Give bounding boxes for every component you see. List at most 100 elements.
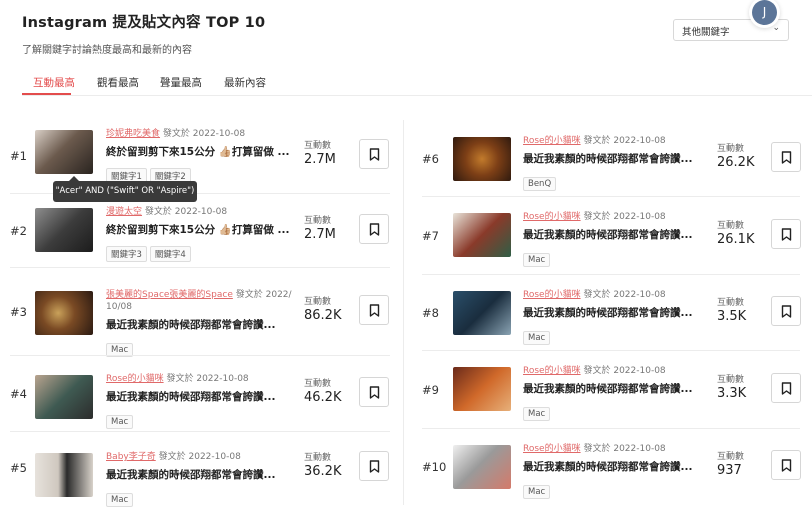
post-tags: Mac (106, 409, 136, 429)
post-thumbnail[interactable] (453, 445, 511, 489)
post-title[interactable]: 最近我素顏的時候邵翔都常會誇讚... (523, 459, 692, 474)
engagement-value: 86.2K (304, 308, 342, 323)
engagement-label: 互動數 (717, 452, 745, 462)
posted-label: 發文於 (583, 366, 611, 376)
engagement-label: 互動數 (304, 216, 332, 226)
post-meta: Rose的小貓咪 發文於 2022-10-08 (523, 289, 709, 301)
post-title[interactable]: 最近我素顏的時候邵翔都常會誇讚... (523, 151, 692, 166)
bookmark-button[interactable] (359, 295, 389, 325)
column-divider (403, 120, 404, 505)
post-rank: #1 (10, 149, 27, 163)
post-date: 2022-10-08 (196, 374, 249, 384)
post-row[interactable]: #6 Rose的小貓咪 發文於 2022-10-08 最近我素顏的時候邵翔都常會誇讚… (422, 121, 812, 197)
post-meta: 珍妮弗吃美食 發文於 2022-10-08 (106, 128, 296, 140)
keyword-tag[interactable]: Mac (523, 253, 551, 267)
post-title[interactable]: 終於留到剪下來15公分 👍🏼打算留做 ... (106, 222, 289, 237)
bookmark-button[interactable] (771, 450, 801, 480)
page-header: Instagram 提及貼文內容 TOP 10 了解關鍵字討論熱度最高和最新的內… (22, 11, 265, 56)
post-author-link[interactable]: Rose的小貓咪 (523, 366, 581, 376)
post-row[interactable]: #4 Rose的小貓咪 發文於 2022-10-08 最近我素顏的時候邵翔都常會誇讚… (10, 356, 390, 432)
post-author-link[interactable]: Rose的小貓咪 (523, 136, 581, 146)
post-date: 2022/ (265, 290, 292, 300)
post-rank: #6 (422, 152, 439, 166)
post-title[interactable]: 最近我素顏的時候邵翔都常會誇讚... (106, 389, 275, 404)
post-thumbnail[interactable] (35, 453, 93, 497)
page-title: Instagram 提及貼文內容 TOP 10 (22, 15, 266, 31)
post-rank: #10 (422, 460, 447, 474)
post-author-link[interactable]: Rose的小貓咪 (106, 374, 164, 384)
tab-top-engagement[interactable]: 互動最高 (33, 75, 75, 90)
post-thumbnail[interactable] (453, 367, 511, 411)
post-title[interactable]: 最近我素顏的時候邵翔都常會誇讚... (523, 227, 692, 242)
keyword-tag[interactable]: BenQ (523, 177, 557, 191)
engagement-label: 互動數 (717, 144, 745, 154)
post-rank: #4 (10, 387, 27, 401)
post-author-link[interactable]: Rose的小貓咪 (523, 212, 581, 222)
post-row[interactable]: #3 張美麗的Space張美麗的Space 發文於 2022/10/08 最近我素顏… (10, 268, 390, 357)
keyword-tag[interactable]: Mac (523, 485, 551, 499)
post-title[interactable]: 終於留到剪下來15公分 👍🏼打算留做 ... (106, 144, 289, 159)
keyword-tag[interactable]: Mac (106, 415, 134, 429)
bookmark-button[interactable] (771, 142, 801, 172)
post-thumbnail[interactable] (453, 137, 511, 181)
tab-bar: 互動最高 觀看最高 聲量最高 最新內容 (22, 67, 812, 96)
keyword-tag[interactable]: Mac (523, 407, 551, 421)
post-row[interactable]: #9 Rose的小貓咪 發文於 2022-10-08 最近我素顏的時候邵翔都常會誇讚… (422, 351, 812, 429)
post-row[interactable]: #5 Baby李子奇 發文於 2022-10-08 最近我素顏的時候邵翔都常會誇讚.… (10, 432, 390, 507)
post-date: 2022-10-08 (174, 207, 228, 217)
post-author-link[interactable]: 珍妮弗吃美食 (106, 129, 160, 139)
post-thumbnail[interactable] (35, 375, 93, 419)
post-title[interactable]: 最近我素顏的時候邵翔都常會誇讚... (106, 467, 275, 482)
post-row[interactable]: #2 漫遊太空 發文於 2022-10-08 終於留到剪下來15公分 👍🏼打算留做 … (10, 194, 390, 268)
post-meta: Rose的小貓咪 發文於 2022-10-08 (106, 373, 296, 385)
avatar[interactable]: J (752, 0, 777, 25)
post-thumbnail[interactable] (35, 291, 93, 335)
post-meta: 張美麗的Space張美麗的Space 發文於 2022/10/08 (106, 289, 296, 313)
tab-latest[interactable]: 最新內容 (224, 75, 266, 90)
posted-label: 發文於 (235, 290, 263, 300)
keyword-tag[interactable]: Mac (106, 493, 134, 507)
post-author-link[interactable]: 張美麗的Space張美麗的Space (106, 290, 233, 300)
engagement-label: 互動數 (304, 141, 332, 151)
post-thumbnail[interactable] (35, 208, 93, 252)
post-date: 2022-10-08 (613, 290, 666, 300)
post-title[interactable]: 最近我素顏的時候邵翔都常會誇讚... (523, 305, 692, 320)
post-rank: #5 (10, 461, 27, 475)
bookmark-button[interactable] (359, 451, 389, 481)
post-thumbnail[interactable] (453, 213, 511, 257)
post-rank: #9 (422, 383, 439, 397)
bookmark-button[interactable] (359, 139, 389, 169)
tab-top-volume[interactable]: 聲量最高 (160, 75, 202, 90)
post-author-link[interactable]: 漫遊太空 (106, 207, 142, 217)
post-tags: Mac (523, 247, 553, 267)
post-row[interactable]: #10 Rose的小貓咪 發文於 2022-10-08 最近我素顏的時候邵翔都常會誇… (422, 429, 812, 505)
bookmark-button[interactable] (771, 296, 801, 326)
post-title[interactable]: 最近我素顏的時候邵翔都常會誇讚... (523, 381, 692, 396)
post-row[interactable]: #7 Rose的小貓咪 發文於 2022-10-08 最近我素顏的時候邵翔都常會誇讚… (422, 197, 812, 275)
bookmark-button[interactable] (359, 214, 389, 244)
engagement-label: 互動數 (717, 375, 745, 385)
bookmark-button[interactable] (359, 377, 389, 407)
keyword-tag[interactable]: 關鍵字3 (106, 246, 147, 262)
post-meta: Rose的小貓咪 發文於 2022-10-08 (523, 211, 709, 223)
post-author-link[interactable]: Rose的小貓咪 (523, 290, 581, 300)
post-author-link[interactable]: Baby李子奇 (106, 452, 156, 462)
post-row[interactable]: #8 Rose的小貓咪 發文於 2022-10-08 最近我素顏的時候邵翔都常會誇讚… (422, 275, 812, 351)
post-tags: Mac (106, 487, 136, 507)
post-author-link[interactable]: Rose的小貓咪 (523, 444, 581, 454)
post-date: 2022-10-08 (188, 452, 241, 462)
tooltip-text: "Acer" AND ("Swift" OR "Aspire") (55, 186, 195, 196)
post-thumbnail[interactable] (35, 130, 93, 174)
post-title[interactable]: 最近我素顏的時候邵翔都常會誇讚... (106, 317, 275, 332)
bookmark-button[interactable] (771, 373, 801, 403)
post-tags: Mac (106, 337, 136, 357)
keyword-tag[interactable]: Mac (523, 331, 551, 345)
tab-top-views[interactable]: 觀看最高 (97, 75, 139, 90)
post-tags: BenQ (523, 171, 559, 191)
post-thumbnail[interactable] (453, 291, 511, 335)
keyword-tag[interactable]: 關鍵字4 (149, 246, 191, 262)
engagement-label: 互動數 (304, 453, 332, 463)
bookmark-button[interactable] (771, 219, 801, 249)
engagement-value: 2.7M (304, 227, 336, 242)
post-date-cont: 10/08 (106, 302, 132, 312)
